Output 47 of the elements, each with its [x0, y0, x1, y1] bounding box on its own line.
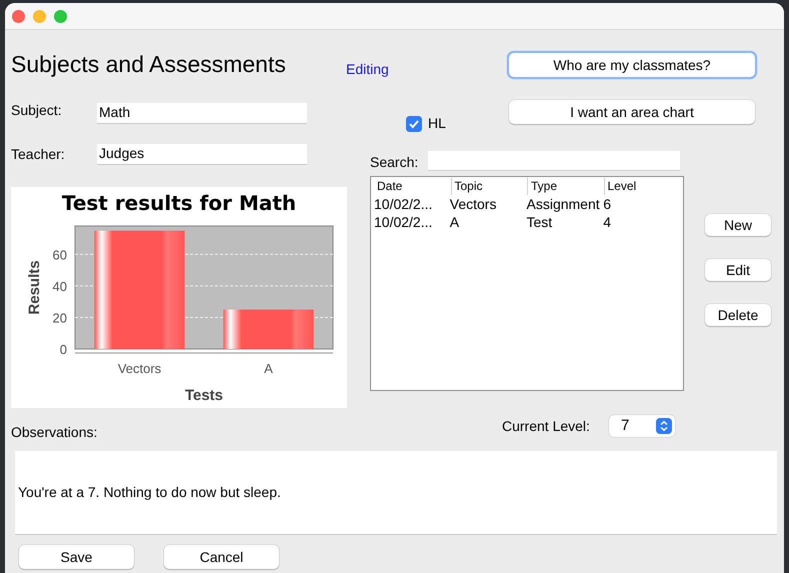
- checkbox-icon[interactable]: [406, 116, 422, 132]
- table-cell-text: 10/02/2...: [374, 213, 434, 231]
- column-header[interactable]: Date: [374, 178, 450, 195]
- x-tick-label: Vectors: [118, 361, 162, 376]
- chart-title: Test results for Math: [62, 191, 296, 215]
- action-button[interactable]: Cancel: [164, 545, 279, 569]
- search-field[interactable]: [428, 151, 680, 171]
- action-button[interactable]: Delete: [705, 304, 771, 326]
- table-cell-text: Vectors: [450, 195, 498, 213]
- table-cell-text: A: [450, 213, 460, 231]
- minimize-icon[interactable]: [33, 10, 46, 22]
- table-cell-text: Assignment: [526, 195, 601, 213]
- y-tick-label: 20: [52, 310, 67, 326]
- x-tick-label: A: [264, 361, 273, 376]
- table-cell-text: 6: [603, 195, 612, 213]
- table-cell-text: Test: [526, 213, 554, 231]
- level-spinner[interactable]: 7: [609, 415, 675, 437]
- y-tick-label: 40: [52, 278, 67, 294]
- table-cell-text: 10/02/2...: [374, 195, 434, 213]
- column-header[interactable]: Level: [604, 178, 680, 195]
- input-field[interactable]: Math: [97, 102, 307, 124]
- observations-text-area[interactable]: You're at a 7. Nothing to do now but sleep.: [15, 451, 777, 535]
- area-chart-button[interactable]: I want an area chart: [509, 100, 755, 124]
- y-tick-label: 60: [52, 247, 67, 262]
- current-level-label: Current Level:: [502, 416, 591, 436]
- hl-checkbox[interactable]: HL: [406, 113, 509, 134]
- heading: Subjects and Assessments: [11, 50, 287, 78]
- column-header[interactable]: Topic: [450, 178, 527, 195]
- y-axis-title: Results: [26, 260, 43, 315]
- action-button[interactable]: Edit: [705, 259, 771, 281]
- action-button[interactable]: Save: [19, 545, 134, 569]
- column-header[interactable]: Type: [527, 178, 604, 195]
- x-axis-title: Tests: [184, 387, 224, 404]
- action-button[interactable]: New: [705, 214, 771, 236]
- classmates-button[interactable]: Who are my classmates?: [509, 53, 755, 77]
- input-field[interactable]: Judges: [97, 144, 307, 164]
- spinner-value: 7: [621, 416, 630, 436]
- search-label: Search:: [370, 152, 420, 172]
- observations-label: Observations:: [11, 422, 98, 442]
- field-label: Teacher:: [11, 144, 66, 164]
- field-label: Subject:: [11, 100, 63, 120]
- y-tick-label: 0: [60, 342, 67, 357]
- spinner-arrows-icon[interactable]: [656, 418, 672, 434]
- zoom-icon[interactable]: [54, 10, 67, 22]
- mode-label: Editing: [346, 60, 390, 77]
- close-icon[interactable]: [12, 10, 25, 22]
- table-cell-text: 4: [603, 213, 612, 231]
